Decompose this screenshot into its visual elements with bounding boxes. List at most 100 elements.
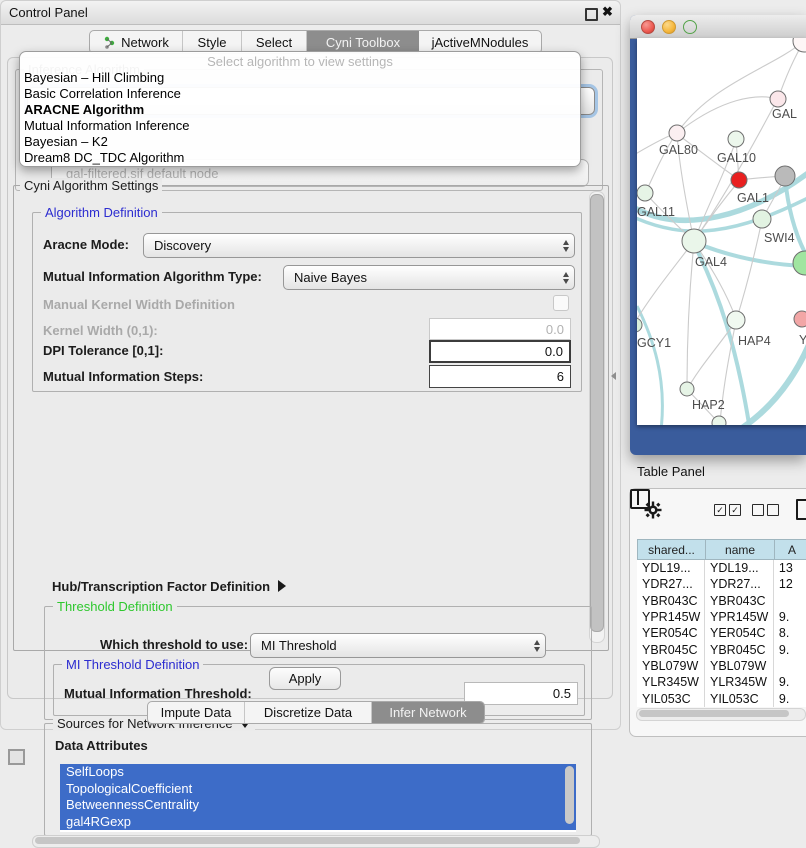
dropdown-item[interactable]: Mutual Information Inference <box>24 118 189 134</box>
network-node-hap4[interactable] <box>727 311 745 329</box>
network-canvas[interactable]: GAL GAL80 GAL10 GAL1 GAL11 SWI4 GAL4 GCY… <box>637 38 806 425</box>
checked-checkbox-icon[interactable]: ✓ <box>729 504 741 516</box>
table-header-row: shared... name A <box>637 539 806 560</box>
dropdown-item[interactable]: Bayesian – Hill Climbing <box>24 70 164 86</box>
network-node[interactable] <box>712 416 726 425</box>
table-row[interactable]: YLR345W YLR345W 9. <box>637 674 806 690</box>
node-attribute-table: shared... name A YDL19... YDL19... 13 YD… <box>637 539 806 707</box>
network-node-gal1[interactable] <box>753 210 771 228</box>
minimize-button[interactable] <box>662 20 676 34</box>
horizontal-scrollbar-thumb[interactable] <box>639 710 789 717</box>
settings-scrollbar-thumb[interactable] <box>590 194 604 632</box>
apply-button[interactable]: Apply <box>269 667 341 690</box>
table-panel-title: Table Panel <box>637 464 705 479</box>
network-edge[interactable] <box>687 242 694 388</box>
aracne-mode-combo[interactable]: Discovery <box>143 233 575 258</box>
tab-infer-network[interactable]: Infer Network <box>372 702 484 723</box>
tab-style[interactable]: Style <box>183 31 242 53</box>
dropdown-item[interactable]: Dream8 DC_TDC Algorithm <box>24 150 184 166</box>
network-node-gal4[interactable] <box>682 229 706 253</box>
network-node-gray[interactable] <box>775 166 795 186</box>
network-node-hap2[interactable] <box>680 382 694 396</box>
attribute-item-selected[interactable]: SelfLoops <box>60 764 576 781</box>
cell-value <box>774 593 806 609</box>
combo-value: MI Threshold <box>261 638 337 653</box>
data-attributes-list[interactable]: SelfLoops TopologicalCoefficient Between… <box>60 764 576 832</box>
table-row[interactable]: YBR043C YBR043C <box>637 593 806 609</box>
attribute-item-selected[interactable]: gal4RGexp <box>60 814 576 831</box>
node-label: GCY1 <box>637 336 671 350</box>
network-node[interactable] <box>793 38 806 52</box>
checked-checkbox-icon[interactable]: ✓ <box>714 504 726 516</box>
gear-icon[interactable] <box>644 501 662 519</box>
tab-label: Cyni Toolbox <box>326 35 400 50</box>
mi-type-combo[interactable]: Naive Bayes <box>283 265 575 290</box>
table-row[interactable]: YER054C YER054C 8. <box>637 625 806 641</box>
dropdown-item-selected[interactable]: ARACNE Algorithm <box>24 102 144 118</box>
table-horizontal-scrollbar[interactable] <box>636 708 806 721</box>
network-node[interactable] <box>770 91 786 107</box>
dpi-tolerance-field[interactable]: 0.0 <box>429 340 571 363</box>
control-panel-header: Control Panel ✖ <box>1 1 620 25</box>
attribute-item-selected[interactable]: BetweennessCentrality <box>60 797 576 814</box>
field-value: 0.0 <box>545 344 563 359</box>
manual-kernel-checkbox[interactable] <box>553 295 569 311</box>
file-icon[interactable] <box>796 499 806 520</box>
network-node-gcy1[interactable] <box>637 318 642 332</box>
table-row[interactable]: YDR27... YDR27... 12 <box>637 576 806 592</box>
network-edge[interactable] <box>637 241 694 324</box>
settings-horizontal-scrollbar[interactable] <box>32 835 600 848</box>
column-header[interactable]: A <box>774 539 806 560</box>
tab-label: Select <box>256 35 292 50</box>
cell-value: 9. <box>774 690 806 706</box>
network-edge[interactable] <box>785 178 806 260</box>
network-node[interactable] <box>794 311 806 327</box>
table-row[interactable]: YDL19... YDL19... 13 <box>637 560 806 576</box>
network-node-gal11[interactable] <box>637 185 653 201</box>
panel-collapse-arrow-icon[interactable] <box>611 372 616 380</box>
list-scrollbar-thumb[interactable] <box>565 766 574 824</box>
tab-network[interactable]: Network <box>90 31 183 53</box>
horizontal-scrollbar-thumb[interactable] <box>35 837 580 844</box>
algorithm-dropdown-list: Select algorithm to view settings Bayesi… <box>19 51 581 167</box>
table-row[interactable]: YPR145W YPR145W 9. <box>637 609 806 625</box>
network-edge[interactable] <box>736 220 762 321</box>
network-window-titlebar[interactable] <box>630 15 806 39</box>
tab-jactivemnodules[interactable]: jActiveMNodules <box>419 31 541 53</box>
unchecked-checkbox-icon[interactable] <box>752 504 764 516</box>
network-edge[interactable] <box>688 321 736 388</box>
close-button[interactable] <box>641 20 655 34</box>
network-node-red[interactable] <box>731 172 747 188</box>
column-header[interactable]: shared... <box>637 539 705 560</box>
network-graph: GAL GAL80 GAL10 GAL1 GAL11 SWI4 GAL4 GCY… <box>637 38 806 425</box>
tab-discretize-data[interactable]: Discretize Data <box>245 702 372 723</box>
dropdown-item[interactable]: Basic Correlation Inference <box>24 86 181 102</box>
mi-steps-field[interactable]: 6 <box>429 365 571 388</box>
table-row[interactable]: YBR045C YBR045C 9. <box>637 641 806 657</box>
network-node-gal80[interactable] <box>669 125 685 141</box>
zoom-button[interactable] <box>683 20 697 34</box>
dropdown-item[interactable]: Bayesian – K2 <box>24 134 108 150</box>
column-header[interactable]: name <box>705 539 774 560</box>
hub-tf-expander[interactable]: Hub/Transcription Factor Definition <box>52 578 286 594</box>
tab-cyni-toolbox[interactable]: Cyni Toolbox <box>307 31 419 53</box>
which-threshold-combo[interactable]: MI Threshold <box>250 633 546 658</box>
float-window-icon[interactable] <box>585 8 598 21</box>
docked-panel-icon[interactable] <box>8 749 25 765</box>
data-attributes-label: Data Attributes <box>55 738 148 753</box>
table-row[interactable]: YBL079W YBL079W <box>637 658 806 674</box>
network-node-gal10[interactable] <box>728 131 744 147</box>
kernel-width-field[interactable]: 0.0 <box>429 318 571 340</box>
close-icon[interactable]: ✖ <box>602 4 613 20</box>
tab-label: Network <box>121 35 169 50</box>
tab-impute-data[interactable]: Impute Data <box>148 702 245 723</box>
unchecked-checkbox-icon[interactable] <box>767 504 779 516</box>
cell-value <box>774 658 806 674</box>
attribute-item-selected[interactable]: TopologicalCoefficient <box>60 781 576 798</box>
expander-collapsed-icon <box>278 580 286 592</box>
cell-shared-name: YBL079W <box>637 658 705 674</box>
node-label: GAL4 <box>695 255 727 269</box>
table-row[interactable]: YIL053C YIL053C 9. <box>637 690 806 706</box>
network-node[interactable] <box>793 251 806 275</box>
tab-select[interactable]: Select <box>242 31 307 53</box>
